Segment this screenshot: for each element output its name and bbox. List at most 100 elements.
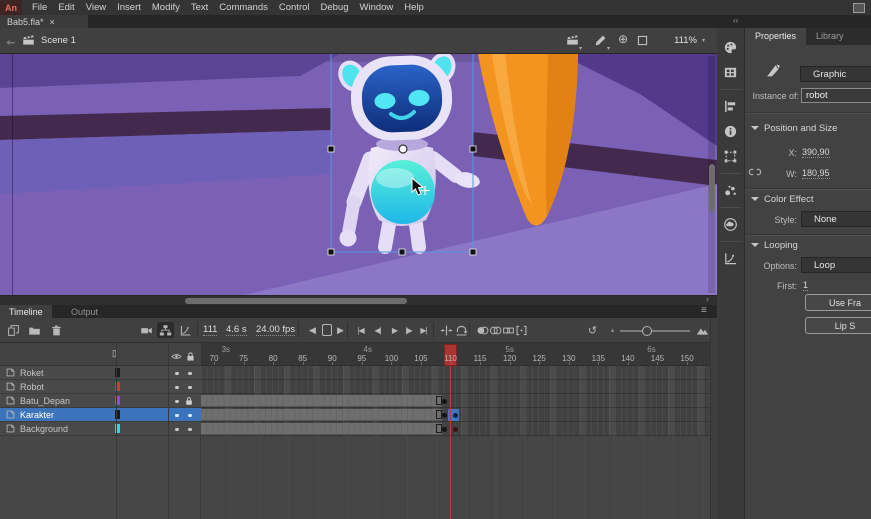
stage-viewport[interactable] bbox=[0, 54, 717, 295]
elapsed-time-value[interactable]: 4.6 s bbox=[226, 324, 247, 336]
menu-view[interactable]: View bbox=[86, 2, 106, 13]
layer-row-left[interactable]: Robot bbox=[0, 380, 201, 394]
color-panel-icon[interactable] bbox=[719, 35, 743, 60]
tab-output[interactable]: Output bbox=[62, 305, 107, 318]
new-folder-button[interactable] bbox=[26, 322, 43, 338]
info-panel-icon[interactable] bbox=[719, 119, 743, 144]
prev-keyframe-button[interactable]: ◀| bbox=[370, 322, 385, 338]
eye-icon[interactable] bbox=[171, 349, 182, 367]
menu-control[interactable]: Control bbox=[279, 2, 310, 13]
keyframe-dot[interactable] bbox=[453, 413, 458, 418]
menu-text[interactable]: Text bbox=[191, 2, 208, 13]
menu-modify[interactable]: Modify bbox=[152, 2, 180, 13]
tab-properties[interactable]: Properties bbox=[745, 28, 806, 45]
brush-library-panel-icon[interactable] bbox=[719, 178, 743, 203]
layer-row-left[interactable]: Batu_Depan bbox=[0, 394, 201, 408]
stage-horizontal-scrollbar[interactable]: › bbox=[0, 295, 717, 305]
section-color-effect[interactable]: Color Effect bbox=[751, 194, 813, 205]
modify-markers-button[interactable] bbox=[513, 322, 530, 338]
keyframe-dot[interactable] bbox=[442, 399, 447, 404]
add-camera-button[interactable] bbox=[138, 322, 155, 338]
keyframe-dot[interactable] bbox=[442, 427, 447, 432]
layer-visibility-dot[interactable] bbox=[175, 400, 179, 404]
symbol-type-select[interactable]: Graphic bbox=[800, 66, 871, 82]
layer-name[interactable]: Background bbox=[20, 424, 68, 434]
layer-parenting-button[interactable] bbox=[157, 322, 174, 338]
layer-lock-dot[interactable] bbox=[188, 428, 192, 432]
use-frame-picker-button[interactable]: Use Fra bbox=[805, 294, 871, 311]
back-arrow-icon[interactable] bbox=[5, 35, 16, 53]
layer-name[interactable]: Roket bbox=[20, 368, 44, 378]
lock-icon[interactable] bbox=[185, 349, 196, 367]
layer-row-left[interactable]: Karakter bbox=[0, 408, 201, 422]
layer-lock-dot[interactable] bbox=[188, 372, 192, 376]
section-position-size[interactable]: Position and Size bbox=[751, 123, 837, 134]
keyframe-dot[interactable] bbox=[442, 413, 447, 418]
transform-panel-icon[interactable] bbox=[719, 144, 743, 169]
menu-commands[interactable]: Commands bbox=[219, 2, 268, 13]
layer-name[interactable]: Batu_Depan bbox=[20, 396, 70, 406]
layer-row-left[interactable]: Roket bbox=[0, 366, 201, 380]
layer-name[interactable]: Karakter bbox=[20, 410, 54, 420]
document-tab[interactable]: Bab5.fla* × bbox=[0, 15, 88, 28]
instance-name-field[interactable]: robot bbox=[801, 88, 871, 103]
menu-edit[interactable]: Edit bbox=[58, 2, 74, 13]
next-keyframe-button[interactable]: |▶ bbox=[401, 322, 416, 338]
current-frame-value[interactable]: 111 bbox=[203, 324, 217, 336]
clip-content-button[interactable] bbox=[636, 34, 649, 52]
end-frame-marker[interactable] bbox=[436, 410, 442, 419]
menu-debug[interactable]: Debug bbox=[321, 2, 349, 13]
goto-first-frame-button[interactable]: |◀ bbox=[353, 322, 368, 338]
menu-window[interactable]: Window bbox=[360, 2, 394, 13]
layer-visibility-dot[interactable] bbox=[175, 372, 179, 376]
frame-rate-value[interactable]: 24.00 fps bbox=[256, 324, 295, 336]
panel-menu-icon[interactable]: ≡ bbox=[701, 305, 707, 316]
collapse-triangle-icon[interactable] bbox=[751, 243, 759, 251]
end-frame-marker[interactable] bbox=[436, 424, 442, 433]
motion-editor-panel-icon[interactable] bbox=[719, 246, 743, 271]
vertical-scroll-thumb[interactable] bbox=[709, 164, 715, 212]
menu-file[interactable]: File bbox=[32, 2, 47, 13]
x-value[interactable]: 390,90 bbox=[802, 147, 830, 158]
layer-visibility-dot[interactable] bbox=[175, 428, 179, 432]
reset-timeline-zoom-button[interactable]: ↺ bbox=[584, 322, 601, 338]
loop-playback-button[interactable] bbox=[453, 322, 470, 338]
menu-insert[interactable]: Insert bbox=[117, 2, 141, 13]
layer-name[interactable]: Robot bbox=[20, 382, 44, 392]
layer-row-left[interactable]: Background bbox=[0, 422, 201, 436]
menu-help[interactable]: Help bbox=[404, 2, 424, 13]
style-select[interactable]: None bbox=[801, 211, 871, 227]
timeline-zoom-slider[interactable] bbox=[620, 329, 690, 333]
layer-depth-button[interactable] bbox=[177, 322, 194, 338]
layer-lock-dot[interactable] bbox=[188, 386, 192, 390]
shorter-frames-icon[interactable]: ▴ bbox=[604, 322, 621, 338]
keyframe-dot[interactable] bbox=[453, 427, 458, 432]
window-icon[interactable] bbox=[853, 3, 865, 13]
loop-options-select[interactable]: Loop bbox=[801, 257, 871, 273]
scene-name-label[interactable]: Scene 1 bbox=[41, 35, 76, 46]
app-logo[interactable]: An bbox=[0, 0, 22, 15]
stage-vertical-scrollbar[interactable] bbox=[708, 56, 715, 293]
first-frame-value[interactable]: 1 bbox=[803, 280, 808, 291]
swatches-panel-icon[interactable] bbox=[719, 60, 743, 85]
frame-span[interactable] bbox=[201, 423, 442, 435]
tab-timeline[interactable]: Timeline bbox=[0, 305, 52, 318]
layer-lock-icon[interactable] bbox=[184, 396, 194, 406]
playhead[interactable] bbox=[444, 344, 457, 366]
close-tab-icon[interactable]: × bbox=[50, 17, 55, 27]
frame-span[interactable] bbox=[201, 409, 442, 421]
goto-last-frame-button[interactable]: ▶| bbox=[416, 322, 431, 338]
tab-library[interactable]: Library bbox=[806, 28, 854, 45]
horizontal-scroll-thumb[interactable] bbox=[185, 298, 407, 304]
new-layer-button[interactable] bbox=[5, 322, 22, 338]
collapse-triangle-icon[interactable] bbox=[751, 126, 759, 134]
scroll-right-icon[interactable]: › bbox=[706, 294, 709, 304]
lip-syncing-button[interactable]: Lip S bbox=[805, 317, 871, 334]
section-looping[interactable]: Looping bbox=[751, 240, 798, 251]
slider-knob[interactable] bbox=[642, 326, 652, 336]
zoom-level-select[interactable]: 111% ▾ bbox=[650, 33, 708, 48]
frame-span[interactable] bbox=[201, 395, 442, 407]
layer-visibility-dot[interactable] bbox=[175, 386, 179, 390]
center-frame-button[interactable]: ⊕ bbox=[618, 32, 628, 46]
end-frame-marker[interactable] bbox=[436, 396, 442, 405]
